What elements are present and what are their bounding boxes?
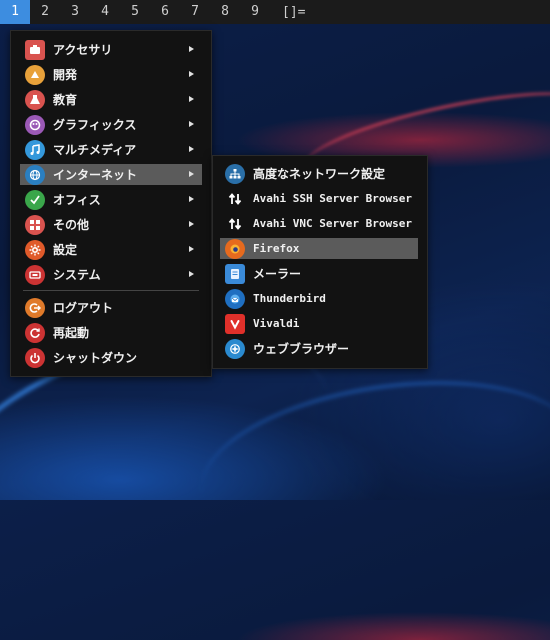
- development-icon: [25, 64, 45, 85]
- menu-item-multimedia[interactable]: マルチメディア: [20, 139, 202, 160]
- menu-item-shutdown[interactable]: シャットダウン: [20, 347, 202, 368]
- submenu-item-firefox[interactable]: Firefox: [220, 238, 418, 259]
- submenu-item-label: ウェブブラウザー: [253, 342, 350, 356]
- submenu-arrow-icon: [189, 96, 194, 102]
- accessories-icon: [25, 39, 45, 60]
- menu-item-graphics[interactable]: グラフィックス: [20, 114, 202, 135]
- menu-item-accessories[interactable]: アクセサリ: [20, 39, 202, 60]
- top-panel: 1 2 3 4 5 6 7 8 9 []=: [0, 0, 550, 24]
- menu-item-label: 開発: [53, 68, 78, 82]
- submenu-item-vivaldi[interactable]: Vivaldi: [220, 313, 418, 334]
- internet-icon: [25, 164, 45, 185]
- submenu-item-label: Avahi VNC Server Browser: [253, 217, 412, 230]
- logout-icon: [25, 297, 45, 318]
- workspace-8[interactable]: 8: [210, 0, 240, 24]
- menu-item-label: オフィス: [53, 193, 101, 207]
- submenu-arrow-icon: [189, 46, 194, 52]
- submenu-arrow-icon: [189, 196, 194, 202]
- menu-item-system[interactable]: システム: [20, 264, 202, 285]
- menu-item-logout[interactable]: ログアウト: [20, 297, 202, 318]
- menu-item-label: マルチメディア: [53, 143, 137, 157]
- submenu-item-network-settings[interactable]: 高度なネットワーク設定: [220, 163, 418, 184]
- submenu-item-label: Avahi SSH Server Browser: [253, 192, 412, 205]
- menu-item-other[interactable]: その他: [20, 214, 202, 235]
- submenu-arrow-icon: [189, 121, 194, 127]
- education-icon: [25, 89, 45, 110]
- menu-item-label: グラフィックス: [53, 118, 137, 132]
- menu-item-label: 設定: [53, 243, 78, 257]
- menu-item-label: システム: [53, 268, 101, 282]
- menu-item-label: 再起動: [53, 326, 90, 340]
- office-icon: [25, 189, 45, 210]
- mailer-icon: [225, 263, 245, 284]
- workspace-1[interactable]: 1: [0, 0, 30, 24]
- updown-arrows-icon: [225, 189, 245, 209]
- submenu-item-label: Vivaldi: [253, 317, 300, 330]
- menu-item-label: インターネット: [53, 168, 138, 182]
- other-icon: [25, 214, 45, 235]
- menu-item-internet[interactable]: インターネット: [20, 164, 202, 185]
- workspace-2[interactable]: 2: [30, 0, 60, 24]
- workspace-4[interactable]: 4: [90, 0, 120, 24]
- submenu-arrow-icon: [189, 71, 194, 77]
- system-icon: [25, 264, 45, 285]
- layout-indicator[interactable]: []=: [282, 5, 305, 20]
- menu-item-education[interactable]: 教育: [20, 89, 202, 110]
- workspace-3[interactable]: 3: [60, 0, 90, 24]
- menu-item-label: シャットダウン: [53, 351, 138, 365]
- menu-item-settings[interactable]: 設定: [20, 239, 202, 260]
- submenu-item-label: 高度なネットワーク設定: [253, 167, 386, 181]
- updown-arrows-icon: [225, 214, 245, 234]
- submenu-arrow-icon: [189, 246, 194, 252]
- submenu-item-label: メーラー: [253, 267, 302, 281]
- menu-item-office[interactable]: オフィス: [20, 189, 202, 210]
- menu-item-label: ログアウト: [53, 301, 114, 315]
- wallpaper-blue-swirl-2: [190, 359, 550, 574]
- reboot-icon: [25, 322, 45, 343]
- submenu-arrow-icon: [189, 221, 194, 227]
- submenu-item-avahi-vnc[interactable]: Avahi VNC Server Browser: [220, 213, 418, 234]
- application-menu: アクセサリ 開発 教育 グラフィックス マルチメディア インターネット オフィス…: [10, 30, 212, 377]
- menu-item-label: 教育: [53, 93, 78, 107]
- multimedia-icon: [25, 139, 45, 160]
- workspace-9[interactable]: 9: [240, 0, 270, 24]
- workspace-6[interactable]: 6: [150, 0, 180, 24]
- submenu-arrow-icon: [189, 271, 194, 277]
- submenu-item-label: Thunderbird: [253, 292, 326, 305]
- internet-submenu: 高度なネットワーク設定 Avahi SSH Server Browser Ava…: [212, 155, 428, 369]
- submenu-item-mailer[interactable]: メーラー: [220, 263, 418, 284]
- submenu-item-label: Firefox: [253, 242, 300, 255]
- submenu-arrow-icon: [189, 146, 194, 152]
- menu-item-label: アクセサリ: [53, 43, 113, 57]
- shutdown-icon: [25, 347, 45, 368]
- settings-icon: [25, 239, 45, 260]
- web-browser-icon: [225, 338, 245, 359]
- vivaldi-icon: [225, 313, 245, 334]
- graphics-icon: [25, 114, 45, 135]
- menu-item-reboot[interactable]: 再起動: [20, 322, 202, 343]
- submenu-item-avahi-ssh[interactable]: Avahi SSH Server Browser: [220, 188, 418, 209]
- workspace-7[interactable]: 7: [180, 0, 210, 24]
- network-icon: [225, 163, 245, 184]
- firefox-icon: [225, 238, 245, 259]
- menu-separator: [23, 290, 199, 291]
- submenu-item-web-browser[interactable]: ウェブブラウザー: [220, 338, 418, 359]
- thunderbird-icon: [225, 288, 245, 309]
- menu-item-label: その他: [53, 218, 90, 232]
- menu-item-development[interactable]: 開発: [20, 64, 202, 85]
- workspace-5[interactable]: 5: [120, 0, 150, 24]
- submenu-arrow-icon: [189, 171, 194, 177]
- submenu-item-thunderbird[interactable]: Thunderbird: [220, 288, 418, 309]
